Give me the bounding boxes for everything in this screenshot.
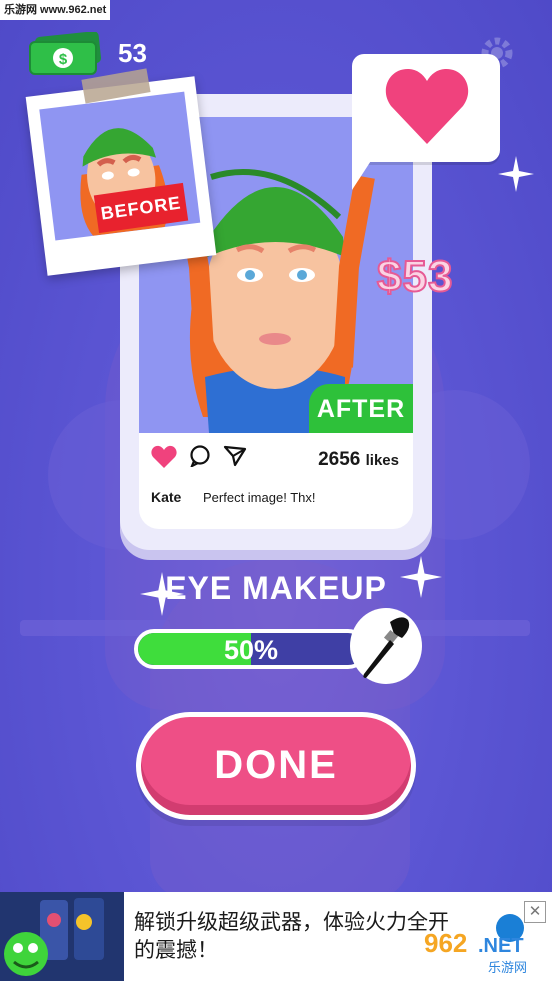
sparkle-icon	[498, 156, 534, 192]
likes-count: 2656 likes	[318, 449, 399, 471]
svg-text:$: $	[59, 51, 68, 68]
heart-reaction-icon	[385, 68, 469, 144]
likes-number: 2656	[318, 449, 361, 470]
send-icon[interactable]	[223, 445, 247, 467]
svg-text:乐游网: 乐游网	[488, 961, 527, 976]
svg-text:962: 962	[424, 928, 467, 958]
makeup-brush-icon	[363, 617, 410, 678]
after-badge: AFTER	[309, 384, 413, 433]
ad-text[interactable]: 解锁升级超级武器，体验火力全开的震撼！	[134, 908, 454, 964]
ad-thumbnail[interactable]	[0, 892, 124, 981]
ad-game-art-icon	[0, 892, 124, 981]
task-title: EYE MAKEUP	[165, 570, 387, 606]
site-logo-icon: 962 .NET 乐游网	[424, 914, 527, 976]
comment-icon[interactable]	[189, 445, 211, 467]
earned-price: $53	[376, 251, 454, 302]
done-button[interactable]: DONE	[136, 712, 416, 820]
likes-label: likes	[365, 452, 399, 469]
svg-text:.NET: .NET	[478, 935, 524, 957]
cash-amount: 53	[118, 38, 147, 68]
heart-like-icon[interactable]	[151, 445, 177, 469]
before-polaroid	[25, 68, 217, 276]
reaction-bubble-tail	[352, 150, 378, 190]
comment-text: Perfect image! Thx!	[203, 490, 316, 505]
comment-username: Kate	[151, 489, 182, 505]
cash-stack-icon: $	[29, 32, 102, 75]
post-info-bar: 2656 likes Kate Perfect image! Thx!	[139, 433, 413, 529]
progress-label: 50%	[223, 635, 279, 665]
watermark-label: 乐游网 www.962.net	[0, 0, 111, 20]
